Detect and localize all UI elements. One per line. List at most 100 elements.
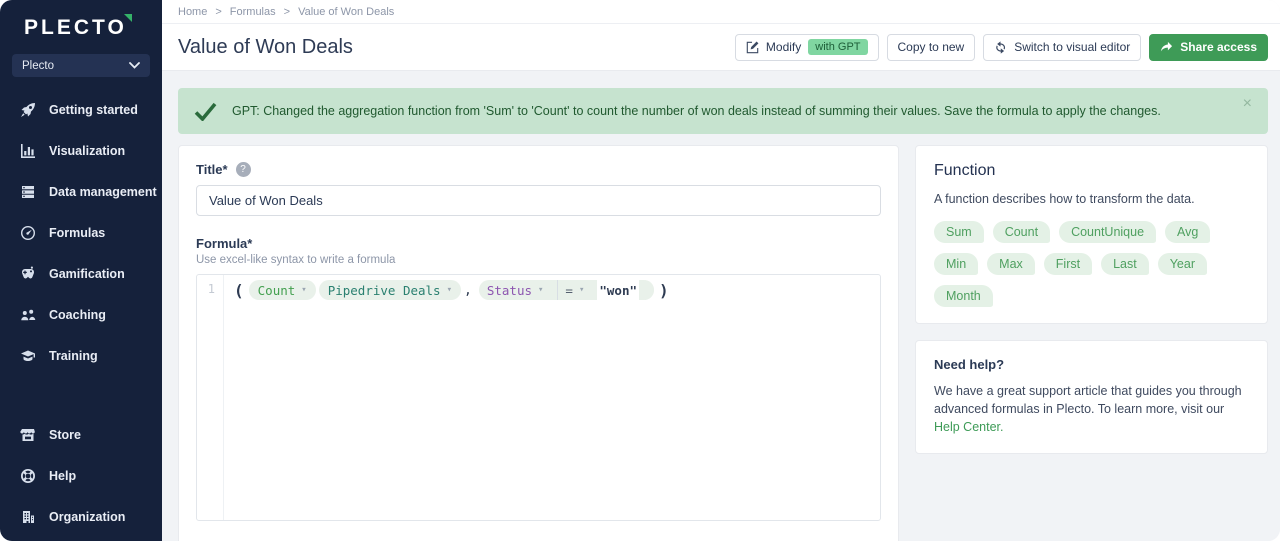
copy-to-new-button[interactable]: Copy to new [887,34,976,61]
condition-token-group[interactable]: Status ▾ = ▾ "won" [479,280,654,300]
share-access-button[interactable]: Share access [1149,34,1268,61]
sidebar-item-visualization[interactable]: Visualization [0,130,162,171]
value-token[interactable]: "won" [597,280,639,300]
caret-down-icon: ▾ [538,285,543,295]
close-paren: ) [657,281,671,300]
sidebar-item-help[interactable]: Help [0,455,162,496]
sidebar-item-coaching[interactable]: Coaching [0,294,162,335]
operator-token-dropdown[interactable]: = ▾ [557,280,591,300]
modify-button[interactable]: Modify with GPT [735,34,879,61]
switch-button-label: Switch to visual editor [1014,40,1130,54]
plecto-logo[interactable]: PLECTO [0,0,127,40]
caret-down-icon: ▾ [579,285,584,295]
success-banner: GPT: Changed the aggregation function fr… [178,88,1268,134]
pill-end-cap [645,280,654,300]
breadcrumb: Home > Formulas > Value of Won Deals [162,0,1280,24]
sidebar-item-label: Help [49,469,76,483]
modify-button-label: Modify [766,40,801,54]
sidebar-nav-bottom: Store Help Organization [0,414,162,537]
logo-accent-icon [124,14,132,22]
function-tag-max: Max [987,253,1035,275]
formula-line: ( Count ▾ Pipedrive Deals ▾ , [224,275,679,305]
life-ring-icon [20,468,36,484]
sidebar-item-label: Coaching [49,308,106,322]
chevron-down-icon [129,62,140,69]
sidebar-item-organization[interactable]: Organization [0,496,162,537]
need-help-title: Need help? [934,357,1249,372]
formula-form-card: Title* ? Formula* Use excel-like syntax … [178,145,899,541]
gauge-icon [20,225,36,241]
gamepad-icon [20,266,36,282]
operator-token: = [565,283,573,298]
function-tag-month: Month [934,285,993,307]
sidebar-item-store[interactable]: Store [0,414,162,455]
share-button-label: Share access [1180,40,1257,54]
main-area: Home > Formulas > Value of Won Deals Val… [162,0,1280,541]
data-rows-icon [20,184,36,200]
switch-to-visual-editor-button[interactable]: Switch to visual editor [983,34,1141,61]
help-center-link[interactable]: Help Center. [934,420,1003,434]
app-window: PLECTO Plecto Getting started Visualizat… [0,0,1280,541]
share-arrow-icon [1160,41,1173,54]
right-sidebar: Function A function describes how to tra… [915,145,1268,541]
sidebar-item-label: Formulas [49,226,105,240]
question-icon[interactable]: ? [236,162,251,177]
function-tag-countunique: CountUnique [1059,221,1156,243]
title-field-label-row: Title* ? [196,162,881,177]
field-token-dropdown[interactable]: Status ▾ [479,280,552,300]
formula-field-label-row: Formula* [196,236,881,251]
storefront-icon [20,427,36,443]
function-tag-avg: Avg [1165,221,1210,243]
formula-editor[interactable]: 1 ( Count ▾ Pipedrive Deals ▾ [196,274,881,521]
breadcrumb-home[interactable]: Home [178,6,207,18]
sidebar-item-data-management[interactable]: Data management [0,171,162,212]
data-source-token-dropdown[interactable]: Pipedrive Deals ▾ [319,280,461,300]
sidebar-item-label: Store [49,428,81,442]
function-token-dropdown[interactable]: Count ▾ [249,280,316,300]
title-input[interactable] [196,185,881,216]
pencil-icon [746,41,759,54]
with-gpt-badge: with GPT [808,39,867,55]
sidebar-item-getting-started[interactable]: Getting started [0,89,162,130]
sidebar-item-label: Getting started [49,103,138,117]
function-tag-last: Last [1101,253,1149,275]
breadcrumb-formulas[interactable]: Formulas [230,6,276,18]
function-token: Count [258,283,296,298]
sidebar-item-label: Gamification [49,267,125,281]
function-tags: Sum Count CountUnique Avg Min Max First … [934,221,1249,307]
function-tag-count: Count [993,221,1050,243]
organization-selector[interactable]: Plecto [12,54,150,77]
breadcrumb-separator: > [215,6,221,18]
sidebar-item-gamification[interactable]: Gamification [0,253,162,294]
sidebar-item-label: Training [49,349,98,363]
sync-arrows-icon [994,41,1007,54]
editor-gutter: 1 [197,275,224,520]
open-paren: ( [232,281,246,300]
function-help-card: Function A function describes how to tra… [915,145,1268,324]
close-icon[interactable]: × [1243,96,1252,112]
header-actions: Modify with GPT Copy to new Switch to vi… [735,34,1268,61]
function-tag-sum: Sum [934,221,984,243]
sidebar: PLECTO Plecto Getting started Visualizat… [0,0,162,541]
logo-text: PLECTO [24,16,127,39]
sidebar-item-label: Visualization [49,144,125,158]
content-area: GPT: Changed the aggregation function fr… [162,71,1280,541]
copy-button-label: Copy to new [898,40,965,54]
people-icon [20,307,36,323]
comma-token: , [464,283,472,298]
sidebar-item-training[interactable]: Training [0,335,162,376]
sidebar-item-label: Organization [49,510,125,524]
sidebar-item-formulas[interactable]: Formulas [0,212,162,253]
title-field-label: Title* [196,162,228,177]
function-card-title: Function [934,162,1249,180]
function-tag-first: First [1044,253,1092,275]
organization-name: Plecto [22,60,54,72]
breadcrumb-current: Value of Won Deals [298,6,394,18]
rocket-icon [20,102,36,118]
caret-down-icon: ▾ [301,285,306,295]
data-source-token: Pipedrive Deals [328,283,441,298]
breadcrumb-separator: > [284,6,290,18]
title-bar: Value of Won Deals Modify with GPT Copy … [162,24,1280,71]
need-help-body: We have a great support article that gui… [934,384,1242,416]
need-help-card: Need help? We have a great support artic… [915,340,1268,453]
